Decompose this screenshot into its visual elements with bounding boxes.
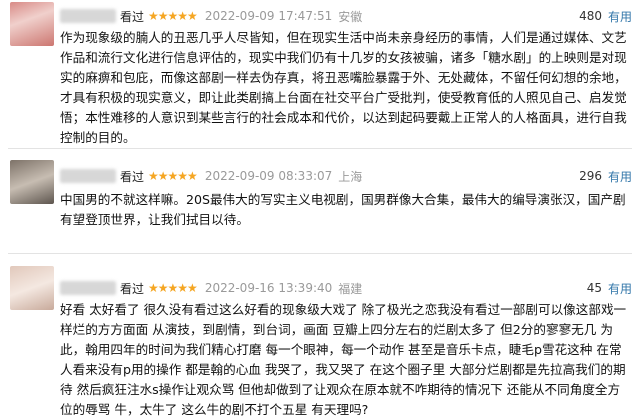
rating-stars: ★★★★★ [148,169,198,183]
divider [8,253,632,254]
username-blurred[interactable] [60,169,116,183]
review-item: 看过 ★★★★★ 2022-09-16 13:39:40 福建 45 有用 好看… [0,262,640,417]
watch-status: 看过 [120,281,145,296]
useful-button[interactable]: 有用 [608,8,632,25]
review-location: 上海 [338,169,363,184]
avatar[interactable] [10,160,54,204]
watch-status: 看过 [120,169,145,184]
vote-count: 45 [586,281,602,295]
review-content: 作为现象级的腩人的丑恶几乎人尽皆知，但在现实生活中尚未亲身经历的事情，人们是通过… [60,30,627,145]
vote-count: 480 [579,9,602,23]
review-content: 中国男的不就这样嘛。20S最伟大的写实主义电视剧，国男群像大合集，最伟大的编导演… [60,192,626,227]
useful-button[interactable]: 有用 [608,168,632,185]
username-blurred[interactable] [60,281,116,295]
avatar[interactable] [10,2,54,46]
divider [8,148,632,149]
review-item: 看过 ★★★★★ 2022-09-09 08:33:07 上海 296 有用 中… [0,156,640,256]
vote-count: 296 [579,169,602,183]
review-time: 2022-09-16 13:39:40 [204,281,333,295]
review-location: 福建 [338,281,363,296]
avatar[interactable] [10,266,54,310]
watch-status: 看过 [120,9,145,24]
review-location: 安徽 [338,9,363,24]
rating-stars: ★★★★★ [148,281,198,295]
rating-stars: ★★★★★ [148,9,198,23]
review-meta: 看过 ★★★★★ 2022-09-09 08:33:07 上海 296 有用 [60,166,632,186]
review-item: 看过 ★★★★★ 2022-09-09 17:47:51 安徽 480 有用 作… [0,0,640,145]
username-blurred[interactable] [60,9,116,23]
useful-button[interactable]: 有用 [608,280,632,297]
review-content: 好看 太好看了 很久没有看过这么好看的现象级大戏了 除了极光之恋我没有看过一部剧… [60,302,627,417]
review-meta: 看过 ★★★★★ 2022-09-09 17:47:51 安徽 480 有用 [60,6,632,26]
review-meta: 看过 ★★★★★ 2022-09-16 13:39:40 福建 45 有用 [60,278,632,298]
review-time: 2022-09-09 17:47:51 [204,9,333,23]
review-time: 2022-09-09 08:33:07 [204,169,333,183]
